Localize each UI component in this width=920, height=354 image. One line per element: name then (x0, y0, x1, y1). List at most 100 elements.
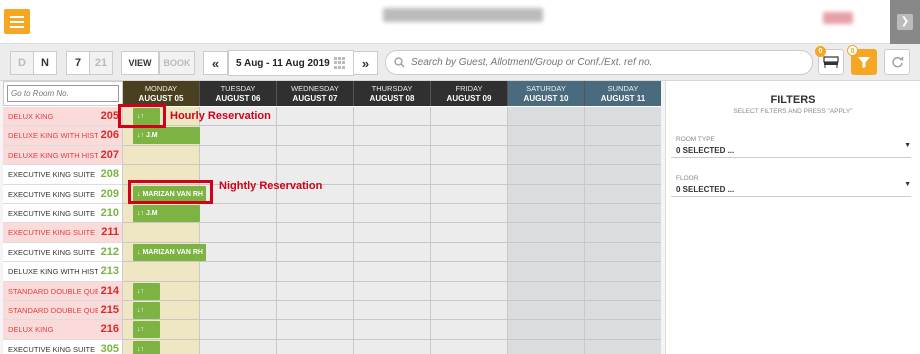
nightly-reservation[interactable]: ↓ MARIZAN VAN RH (133, 243, 206, 261)
day-cell[interactable] (200, 301, 277, 321)
day-cell[interactable] (585, 204, 661, 224)
day-cell[interactable] (508, 165, 585, 185)
day-cell[interactable] (354, 126, 431, 146)
day-cell[interactable] (200, 204, 277, 224)
room-cell[interactable]: DELUXE KING WITH HISTORIC206 (3, 126, 123, 146)
day-cell[interactable] (200, 281, 277, 301)
room-number-input[interactable] (7, 85, 119, 102)
day-cell[interactable] (585, 242, 661, 263)
seven-day-toggle[interactable]: 7 (66, 51, 90, 75)
day-cell[interactable] (508, 281, 585, 301)
day-cell[interactable] (431, 126, 508, 146)
day-cell[interactable] (354, 281, 431, 301)
filter-button[interactable]: 0 (847, 45, 877, 75)
day-cell[interactable] (431, 262, 508, 282)
day-cell[interactable] (277, 320, 354, 340)
day-cell[interactable] (277, 204, 354, 224)
room-cell[interactable]: DELUXE KING WITH HISTORIC213 (3, 262, 123, 282)
day-cell[interactable] (277, 281, 354, 301)
day-cell[interactable] (277, 301, 354, 321)
day-cell[interactable] (508, 262, 585, 282)
book-button[interactable]: BOOK (159, 51, 195, 75)
day-cell[interactable] (585, 184, 661, 204)
day-cell[interactable] (508, 320, 585, 340)
night-view-toggle[interactable]: N (33, 51, 57, 75)
day-cell[interactable] (431, 242, 508, 263)
room-cell[interactable]: EXECUTIVE KING SUITE 210 (3, 204, 123, 224)
search-bar[interactable] (385, 50, 813, 75)
day-cell[interactable] (123, 223, 200, 243)
hourly-reservation[interactable]: ↓↑ (133, 321, 160, 339)
room-cell[interactable]: DELUX KING 216 (3, 320, 123, 340)
date-range-picker[interactable]: 5 Aug - 11 Aug 2019 (228, 50, 354, 76)
day-cell[interactable] (354, 223, 431, 243)
room-cell[interactable]: EXECUTIVE KING SUITE 209 (3, 184, 123, 204)
day-cell[interactable] (508, 204, 585, 224)
day-cell[interactable] (431, 320, 508, 340)
hourly-reservation[interactable]: ↓↑ (133, 282, 160, 300)
hamburger-icon[interactable] (4, 9, 30, 34)
day-cell[interactable] (277, 223, 354, 243)
collapse-icon[interactable]: ❯ (897, 14, 913, 30)
day-cell[interactable] (354, 184, 431, 204)
day-cell[interactable] (508, 107, 585, 127)
day-cell[interactable] (585, 145, 661, 166)
day-cell[interactable] (508, 223, 585, 243)
room-cell[interactable]: EXECUTIVE KING SUITE 208 (3, 165, 123, 185)
day-cell[interactable] (431, 339, 508, 354)
room-cell[interactable]: DELUX KING 205 (3, 107, 123, 127)
day-cell[interactable] (585, 165, 661, 185)
day-cell[interactable] (354, 107, 431, 127)
day-cell[interactable] (200, 126, 277, 146)
day-cell[interactable] (277, 262, 354, 282)
day-cell[interactable] (354, 301, 431, 321)
room-type-select[interactable]: ROOM TYPE 0 SELECTED ... ▼ (671, 133, 911, 158)
floor-select[interactable]: FLOOR 0 SELECTED ... ▼ (671, 172, 911, 197)
day-cell[interactable] (508, 184, 585, 204)
day-cell[interactable] (123, 262, 200, 282)
day-cell[interactable] (508, 242, 585, 263)
room-cell[interactable]: EXECUTIVE KING SUITE 305 (3, 339, 123, 354)
day-cell[interactable] (431, 184, 508, 204)
day-cell[interactable] (200, 145, 277, 166)
twentyone-day-toggle[interactable]: 21 (89, 51, 113, 75)
day-cell[interactable] (277, 145, 354, 166)
day-cell[interactable] (200, 223, 277, 243)
day-cell[interactable] (123, 145, 200, 166)
search-input[interactable] (411, 57, 811, 68)
day-cell[interactable] (508, 145, 585, 166)
prev-week-button[interactable]: « (203, 51, 228, 75)
hourly-reservation[interactable]: ↓↑ (133, 340, 160, 354)
day-cell[interactable] (431, 301, 508, 321)
hourly-reservation[interactable]: ↓↑ J.M (133, 205, 200, 222)
day-cell[interactable] (354, 262, 431, 282)
day-cell[interactable] (354, 242, 431, 263)
day-cell[interactable] (200, 262, 277, 282)
hourly-reservation[interactable]: ↓↑ J.M (133, 127, 200, 145)
day-cell[interactable] (354, 204, 431, 224)
day-cell[interactable] (431, 107, 508, 127)
day-cell[interactable] (354, 165, 431, 185)
day-cell[interactable] (585, 281, 661, 301)
day-cell[interactable] (508, 339, 585, 354)
day-view-toggle[interactable]: D (10, 51, 34, 75)
day-cell[interactable] (277, 242, 354, 263)
day-cell[interactable] (200, 320, 277, 340)
room-cell[interactable]: EXECUTIVE KING SUITE 211 (3, 223, 123, 243)
day-cell[interactable] (431, 165, 508, 185)
day-cell[interactable] (354, 320, 431, 340)
day-cell[interactable] (200, 339, 277, 354)
day-cell[interactable] (585, 107, 661, 127)
room-cell[interactable]: STANDARD DOUBLE QUEEN214 (3, 281, 123, 301)
day-cell[interactable] (585, 339, 661, 354)
day-cell[interactable] (431, 204, 508, 224)
view-button[interactable]: VIEW (121, 51, 159, 75)
room-cell[interactable]: STANDARD DOUBLE QUEEN215 (3, 301, 123, 321)
refresh-button[interactable] (884, 49, 910, 75)
day-cell[interactable] (277, 126, 354, 146)
day-cell[interactable] (431, 223, 508, 243)
day-cell[interactable] (508, 126, 585, 146)
day-cell[interactable] (277, 339, 354, 354)
day-cell[interactable] (431, 145, 508, 166)
room-status-button[interactable]: 0 (815, 46, 844, 75)
